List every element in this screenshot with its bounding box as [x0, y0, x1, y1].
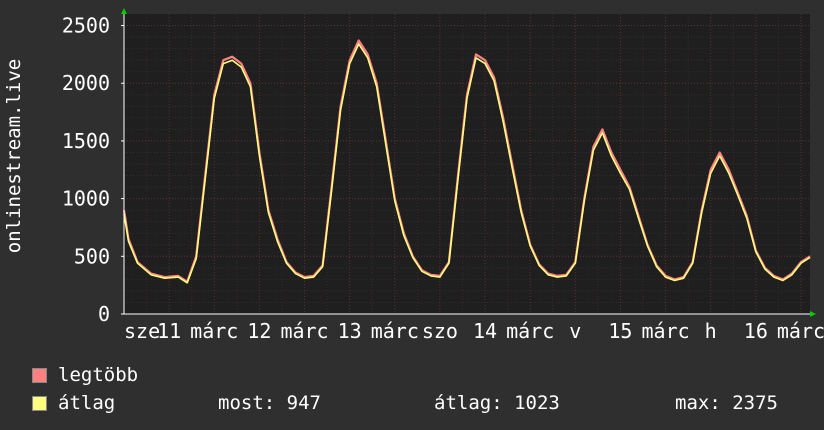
x-tick-label: 16: [744, 319, 768, 343]
x-tick-label: v: [569, 319, 581, 343]
x-tick-label: 11: [157, 319, 181, 343]
x-tick-label: 12: [247, 319, 271, 343]
y-tick-label: 1000: [62, 187, 110, 211]
stat-max: max: 2375: [675, 392, 778, 414]
y-axis-label: onlinestream.live: [3, 59, 25, 253]
x-tick-label: márc: [641, 319, 689, 343]
legend-label-max: legtöbb: [58, 364, 139, 386]
y-axis-arrow: [121, 8, 127, 14]
y-tick-label: 2500: [62, 14, 110, 38]
x-tick-label: márc: [280, 319, 328, 343]
x-tick-label: márc: [506, 319, 554, 343]
y-tick-label: 2000: [62, 71, 110, 95]
x-tick-label: 14: [473, 319, 497, 343]
x-tick-label: sze: [124, 319, 160, 343]
stat-now: most: 947: [218, 392, 321, 414]
y-tick-label: 0: [98, 302, 110, 326]
x-tick-label: márc: [371, 319, 419, 343]
x-axis-arrow: [810, 311, 816, 317]
legend-swatch-max: [32, 368, 47, 383]
y-axis-ticks: 0 500 1000 1500 2000 2500: [62, 14, 124, 326]
x-tick-label: márc: [777, 319, 824, 343]
x-tick-label: márc: [190, 319, 238, 343]
legend-label-avg: átlag: [58, 392, 116, 414]
x-tick-label: 13: [338, 319, 362, 343]
stat-average: átlag: 1023: [434, 392, 560, 414]
x-tick-label: h: [705, 319, 717, 343]
y-tick-label: 1500: [62, 129, 110, 153]
x-axis-ticks: sze11 márc 12 márc 13 márc szo 14 márc v 15 márc h 16…: [124, 319, 824, 343]
x-tick-label: 15: [608, 319, 632, 343]
x-tick-label: szo: [422, 319, 458, 343]
legend-swatch-avg: [32, 396, 47, 411]
y-tick-label: 500: [74, 244, 110, 268]
